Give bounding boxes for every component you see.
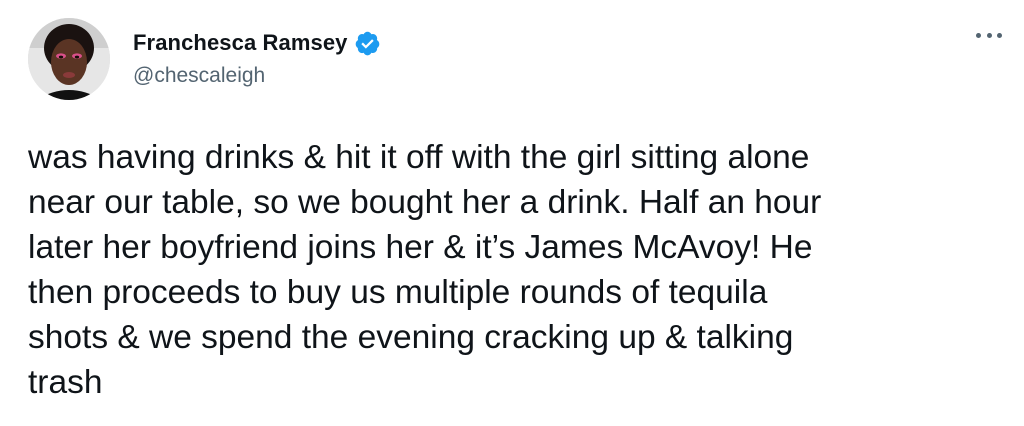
tweet-text-line: near our table, so we bought her a drink… [28,184,822,221]
name-row: Franchesca Ramsey [133,28,381,58]
tweet-text-line: trash [28,364,103,401]
avatar[interactable] [28,18,110,100]
tweet-text-line: was having drinks & hit it off with the … [28,139,810,176]
display-name[interactable]: Franchesca Ramsey [133,30,348,56]
author-info: Franchesca Ramsey @chescaleigh [133,28,381,88]
tweet-text-line: then proceeds to buy us multiple rounds … [28,274,768,311]
tweet-card: Franchesca Ramsey @chescaleigh was havin… [0,0,1024,426]
dot-icon [997,32,1002,38]
tweet-text: was having drinks & hit it off with the … [28,135,1003,405]
verified-badge-icon [354,30,381,57]
dot-icon [976,32,981,38]
tweet-text-line: shots & we spend the evening cracking up… [28,319,794,356]
tweet-text-line: later her boyfriend joins her & it’s Jam… [28,229,813,266]
more-options-icon[interactable] [974,24,1004,46]
profile-photo [28,18,110,100]
user-handle[interactable]: @chescaleigh [133,64,381,88]
dot-icon [986,32,992,38]
